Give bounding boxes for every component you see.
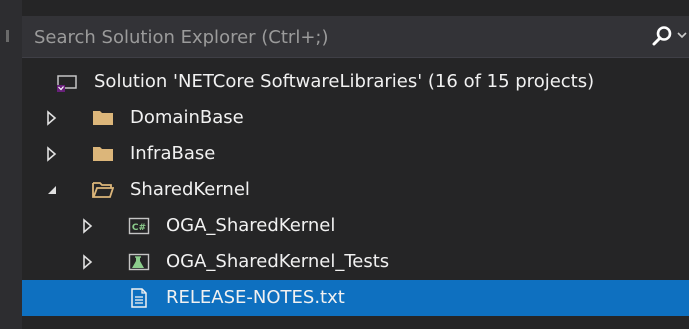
tree-row-release-notes[interactable]: RELEASE-NOTES.txt: [22, 280, 689, 316]
text-file-icon: [131, 288, 147, 308]
tree-row-domainbase[interactable]: DomainBase: [22, 100, 689, 136]
expand-arrow-icon[interactable]: [44, 146, 60, 162]
tree-row-label: SharedKernel: [130, 179, 250, 200]
solution-tree: Solution 'NETCore SoftwareLibraries' (16…: [22, 62, 689, 329]
tree-row-oga-sharedkernel[interactable]: C# OGA_SharedKernel: [22, 208, 689, 244]
tree-row-infrabase[interactable]: InfraBase: [22, 136, 689, 172]
folder-open-icon: [92, 182, 114, 198]
chevron-down-icon[interactable]: [677, 30, 687, 40]
folder-icon: [93, 147, 113, 161]
svg-text:C#: C#: [132, 223, 146, 233]
csharp-project-icon: C#: [128, 217, 150, 235]
search-icon[interactable]: [651, 25, 673, 47]
tree-row-label: Solution 'NETCore SoftwareLibraries' (16…: [94, 71, 595, 92]
search-input[interactable]: [30, 16, 638, 58]
tree-row-label: RELEASE-NOTES.txt: [166, 287, 345, 308]
search-bar: [22, 16, 689, 58]
tree-row-label: InfraBase: [130, 143, 216, 164]
expand-arrow-icon[interactable]: [44, 110, 60, 126]
tree-row-sharedkernel[interactable]: SharedKernel: [22, 172, 689, 208]
collapse-arrow-icon[interactable]: [44, 182, 60, 198]
tree-row-label: OGA_SharedKernel_Tests: [166, 251, 390, 272]
expand-arrow-icon[interactable]: [80, 254, 96, 270]
tree-row-solution[interactable]: Solution 'NETCore SoftwareLibraries' (16…: [22, 64, 689, 100]
gutter-handle: [6, 30, 9, 42]
tree-row-oga-sharedkernel-tests[interactable]: OGA_SharedKernel_Tests: [22, 244, 689, 280]
tree-row-label: OGA_SharedKernel: [166, 215, 336, 236]
folder-icon: [93, 111, 113, 125]
tree-row-label: DomainBase: [130, 107, 244, 128]
solution-explorer: Solution 'NETCore SoftwareLibraries' (16…: [0, 0, 689, 329]
test-project-icon: [128, 253, 150, 271]
solution-icon: [57, 75, 77, 92]
left-gutter: [0, 0, 22, 329]
expand-arrow-icon[interactable]: [80, 218, 96, 234]
